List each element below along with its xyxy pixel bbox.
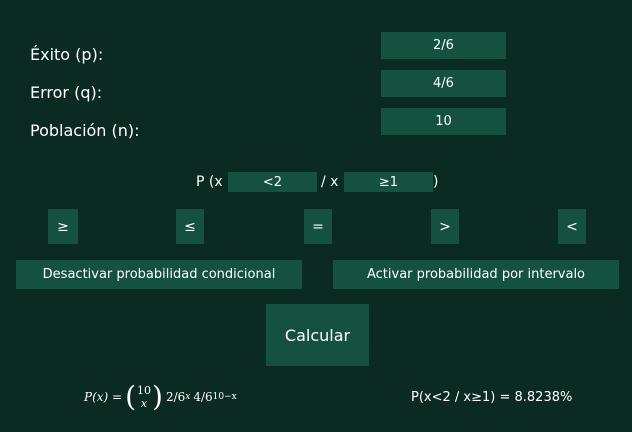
condition-suffix: ) <box>433 174 439 190</box>
error-input[interactable]: 4/6 <box>381 70 506 97</box>
equal-button[interactable]: = <box>304 209 332 244</box>
greater-equal-button[interactable]: ≥ <box>48 209 78 244</box>
enable-interval-button[interactable]: Activar probabilidad por intervalo <box>333 260 619 289</box>
given-value-input[interactable]: ≥1 <box>344 172 433 192</box>
success-label: Éxito (p): <box>30 45 104 64</box>
greater-than-button[interactable]: > <box>431 209 459 244</box>
p-base: 2/6 <box>165 390 186 404</box>
error-label: Error (q): <box>30 83 103 102</box>
condition-separator: / x <box>321 174 339 190</box>
event-value-input[interactable]: <2 <box>228 172 317 192</box>
binomial-coefficient: 10 x <box>137 384 151 410</box>
binom-bottom: x <box>140 397 148 410</box>
less-equal-button[interactable]: ≤ <box>176 209 204 244</box>
formula-lhs: P(x) = <box>84 390 123 404</box>
result-text: P(x<2 / x≥1) = 8.8238% <box>411 390 573 405</box>
condition-prefix: P (x <box>196 174 223 190</box>
population-label: Población (n): <box>30 121 140 140</box>
success-input[interactable]: 2/6 <box>381 32 506 59</box>
left-paren: ( <box>125 380 137 413</box>
q-base: 4/6 <box>193 390 213 404</box>
calculate-button[interactable]: Calcular <box>266 304 369 366</box>
binomial-formula: P(x) = ( 10 x ) 2/6 x 4/6 10−x <box>84 380 237 414</box>
right-paren: ) <box>152 380 163 413</box>
p-exponent: x <box>185 392 191 402</box>
binom-top: 10 <box>137 384 152 397</box>
disable-conditional-button[interactable]: Desactivar probabilidad condicional <box>16 260 302 289</box>
population-input[interactable]: 10 <box>381 108 506 135</box>
q-exponent: 10−x <box>212 392 237 402</box>
less-than-button[interactable]: < <box>558 209 586 244</box>
